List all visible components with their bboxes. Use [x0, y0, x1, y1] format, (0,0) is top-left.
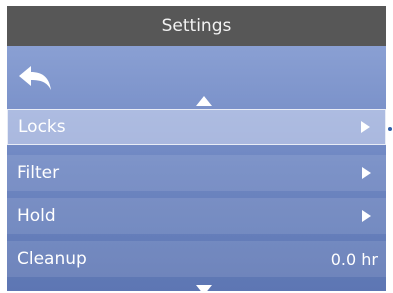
selection-indicator-dot — [388, 127, 392, 131]
menu-item-label: Locks — [18, 117, 66, 137]
scroll-up-icon[interactable] — [194, 94, 214, 108]
menu-item-locks[interactable]: Locks — [7, 109, 386, 145]
menu-item-label: Cleanup — [17, 249, 87, 269]
chevron-right-icon — [362, 167, 371, 179]
chevron-right-icon — [362, 210, 371, 222]
menu-item-cleanup[interactable]: Cleanup 0.0 hr — [7, 241, 386, 277]
menu-item-hold[interactable]: Hold — [7, 198, 386, 234]
scroll-down-icon[interactable] — [194, 283, 214, 291]
back-arrow-icon[interactable] — [17, 64, 53, 96]
header-bar: Settings — [7, 6, 386, 46]
chevron-right-icon — [361, 121, 370, 133]
settings-screen: Settings Locks Filter Hold Cleanup 0.0 h… — [7, 6, 386, 291]
menu-item-label: Filter — [17, 163, 60, 183]
menu-item-label: Hold — [17, 206, 56, 226]
menu-item-filter[interactable]: Filter — [7, 155, 386, 191]
page-title: Settings — [161, 16, 232, 36]
cleanup-value: 0.0 hr — [330, 249, 378, 269]
